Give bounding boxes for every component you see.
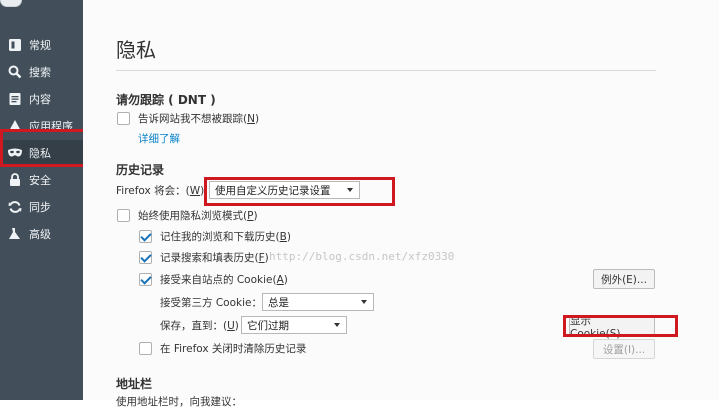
firefox-will-label: Firefox 将会：(W) bbox=[116, 185, 205, 197]
clear-settings-button[interactable]: 设置(I)... bbox=[593, 339, 655, 359]
sidebar-item-label: 高级 bbox=[29, 228, 51, 241]
chevron-down-icon bbox=[347, 188, 353, 192]
sidebar-item-general[interactable]: 常规 bbox=[0, 32, 83, 58]
remember-browsing-label: 记住我的浏览和下载历史(B) bbox=[160, 231, 291, 243]
general-icon bbox=[7, 37, 23, 53]
sidebar-item-security[interactable]: 安全 bbox=[0, 167, 83, 193]
privacy-mask-icon bbox=[7, 145, 23, 161]
sidebar-item-label: 同步 bbox=[29, 201, 51, 214]
chevron-down-icon bbox=[334, 323, 340, 327]
sidebar-item-label: 内容 bbox=[29, 93, 51, 106]
accept-cookies-label: 接受来自站点的 Cookie(A) bbox=[160, 274, 288, 286]
third-party-label: 接受第三方 Cookie： bbox=[160, 297, 262, 309]
watermark-text: http://blog.csdn.net/xfz0330 bbox=[269, 250, 455, 263]
advanced-icon bbox=[7, 226, 23, 242]
applications-icon bbox=[7, 118, 23, 134]
remember-search-label: 记录搜索和填表历史(F) bbox=[160, 252, 269, 264]
learn-more-link[interactable]: 详细了解 bbox=[138, 131, 180, 146]
show-cookies-button[interactable]: 显示 Cookie(S)... bbox=[569, 315, 655, 340]
sidebar-item-applications[interactable]: 应用程序 bbox=[0, 113, 83, 139]
private-mode-checkbox[interactable] bbox=[117, 209, 130, 222]
dnt-checkbox-label: 告诉网站我不想被跟踪(N) bbox=[138, 113, 260, 125]
keep-until-dropdown[interactable]: 它们过期 bbox=[241, 316, 347, 334]
sidebar: 常规 搜索 内容 应用程序 隐私 安全 同步 高级 bbox=[0, 0, 83, 400]
sidebar-item-label: 常规 bbox=[29, 39, 51, 52]
exceptions-button[interactable]: 例外(E)... bbox=[593, 269, 655, 289]
accept-cookies-checkbox[interactable] bbox=[139, 273, 152, 286]
keep-until-label: 保存，直到：(U) bbox=[160, 320, 239, 332]
sidebar-item-advanced[interactable]: 高级 bbox=[0, 221, 83, 247]
title-divider bbox=[116, 70, 656, 71]
third-party-value: 总是 bbox=[268, 296, 289, 309]
chevron-down-icon bbox=[361, 300, 367, 304]
sidebar-item-label: 隐私 bbox=[29, 147, 51, 160]
address-bar-partial-text: 使用地址栏时，向我建议： bbox=[116, 396, 242, 408]
page-title: 隐私 bbox=[116, 38, 156, 62]
content-icon bbox=[7, 91, 23, 107]
clear-on-close-label: 在 Firefox 关闭时清除历史记录 bbox=[160, 343, 307, 355]
sidebar-item-privacy[interactable]: 隐私 bbox=[0, 140, 83, 166]
main-panel: 隐私 请勿跟踪 ( DNT ) 告诉网站我不想被跟踪(N) 详细了解 历史记录 … bbox=[83, 0, 719, 408]
remember-browsing-checkbox[interactable] bbox=[139, 230, 152, 243]
dnt-heading: 请勿跟踪 ( DNT ) bbox=[116, 93, 216, 107]
third-party-dropdown[interactable]: 总是 bbox=[262, 293, 374, 311]
sync-icon bbox=[7, 199, 23, 215]
remember-search-checkbox[interactable] bbox=[139, 251, 152, 264]
sidebar-item-label: 搜索 bbox=[29, 66, 51, 79]
sidebar-item-label: 应用程序 bbox=[29, 120, 73, 133]
sidebar-item-search[interactable]: 搜索 bbox=[0, 59, 83, 85]
security-lock-icon bbox=[7, 172, 23, 188]
window-corner bbox=[0, 0, 22, 7]
sidebar-item-label: 安全 bbox=[29, 174, 51, 187]
history-mode-value: 使用自定义历史记录设置 bbox=[215, 184, 331, 197]
address-bar-heading: 地址栏 bbox=[116, 377, 153, 391]
history-mode-dropdown[interactable]: 使用自定义历史记录设置 bbox=[209, 181, 360, 199]
private-mode-label: 始终使用隐私浏览模式(P) bbox=[138, 210, 258, 222]
history-heading: 历史记录 bbox=[116, 163, 165, 177]
sidebar-item-content[interactable]: 内容 bbox=[0, 86, 83, 112]
search-icon bbox=[7, 64, 23, 80]
dnt-checkbox[interactable] bbox=[117, 112, 130, 125]
clear-on-close-checkbox[interactable] bbox=[139, 342, 152, 355]
sidebar-item-sync[interactable]: 同步 bbox=[0, 194, 83, 220]
keep-until-value: 它们过期 bbox=[247, 319, 289, 332]
